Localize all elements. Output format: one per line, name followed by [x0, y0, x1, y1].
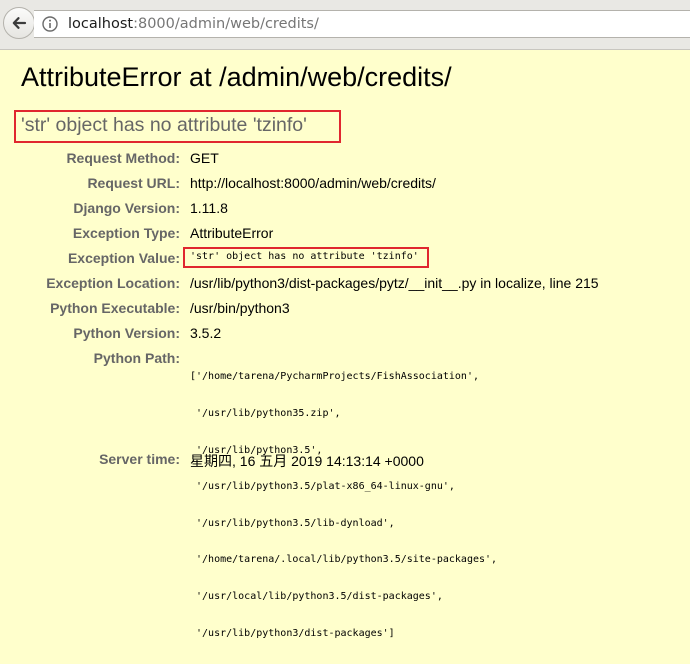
python-path-line: '/usr/lib/python3.5/plat-x86_64-linux-gn… [190, 481, 455, 493]
url-path: :8000/admin/web/credits/ [133, 16, 319, 32]
meta-label: Python Version: [73, 325, 180, 341]
meta-value: 'str' object has no attribute 'tzinfo' [190, 251, 419, 262]
meta-label: Exception Value: [67, 250, 180, 266]
meta-value: http://localhost:8000/admin/web/credits/ [190, 175, 436, 191]
meta-label: Exception Location: [46, 275, 180, 291]
python-path-line: '/home/tarena/.local/lib/python3.5/site-… [190, 554, 498, 566]
meta-row-python-executable: Python Executable: /usr/bin/python3 [0, 300, 690, 320]
browser-toolbar: localhost:8000/admin/web/credits/ [0, 0, 690, 50]
meta-row-django-version: Django Version: 1.11.8 [0, 200, 690, 220]
exception-message: 'str' object has no attribute 'tzinfo' [21, 114, 307, 136]
meta-row-server-time: Server time: 星期四, 16 五月 2019 14:13:14 +0… [0, 451, 690, 471]
meta-value: AttributeError [190, 225, 274, 241]
meta-value: 3.5.2 [190, 325, 222, 341]
url-text[interactable]: localhost:8000/admin/web/credits/ [68, 16, 319, 32]
meta-label: Request URL: [87, 175, 180, 191]
info-icon[interactable] [42, 16, 58, 32]
meta-value: 1.11.8 [190, 200, 228, 216]
meta-label: Python Path: [93, 350, 180, 366]
python-path-line: '/usr/local/lib/python3.5/dist-packages'… [190, 591, 443, 603]
back-button[interactable] [3, 7, 35, 39]
python-path-line: '/usr/lib/python3.5/lib-dynload', [190, 517, 395, 529]
meta-value: GET [190, 150, 219, 166]
back-arrow-icon [12, 17, 27, 29]
meta-label: Python Executable: [50, 300, 180, 316]
meta-row-python-version: Python Version: 3.5.2 [0, 325, 690, 345]
meta-row-exception-location: Exception Location: /usr/lib/python3/dis… [0, 275, 690, 295]
python-path-line: ['/home/tarena/PycharmProjects/FishAssoc… [190, 371, 479, 383]
meta-row-request-url: Request URL: http://localhost:8000/admin… [0, 175, 690, 195]
meta-label: Server time: [99, 451, 180, 467]
meta-label: Request Method: [66, 150, 180, 166]
meta-row-exception-type: Exception Type: AttributeError [0, 225, 690, 245]
meta-value: 星期四, 16 五月 2019 14:13:14 +0000 [190, 453, 424, 469]
python-path-list: ['/home/tarena/PycharmProjects/FishAssoc… [190, 347, 497, 664]
address-bar[interactable]: localhost:8000/admin/web/credits/ [34, 10, 690, 38]
meta-label: Django Version: [73, 200, 180, 216]
python-path-line: '/usr/lib/python35.zip', [190, 408, 341, 420]
meta-value: /usr/bin/python3 [190, 300, 290, 316]
url-host: localhost [68, 16, 134, 32]
page-title: AttributeError at /admin/web/credits/ [21, 62, 452, 92]
error-summary: AttributeError at /admin/web/credits/ 's… [0, 50, 690, 639]
meta-row-request-method: Request Method: GET [0, 150, 690, 170]
meta-label: Exception Type: [72, 225, 180, 241]
meta-value: /usr/lib/python3/dist-packages/pytz/__in… [190, 275, 599, 291]
python-path-line: '/usr/lib/python3/dist-packages'] [190, 627, 395, 639]
meta-row-exception-value: Exception Value: 'str' object has no att… [0, 250, 690, 270]
